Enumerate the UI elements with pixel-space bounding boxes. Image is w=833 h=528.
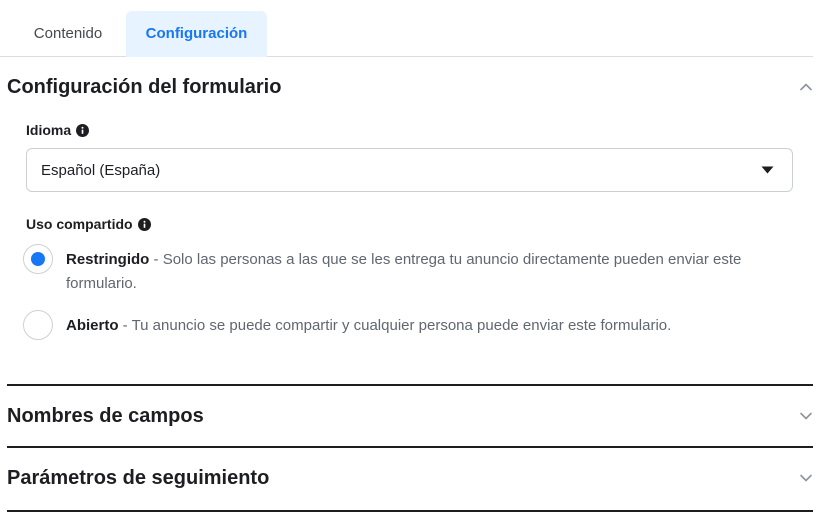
language-select[interactable]: Español (España) bbox=[26, 148, 793, 192]
tracking-params-header[interactable]: Parámetros de seguimiento bbox=[7, 463, 813, 493]
section-divider bbox=[7, 510, 813, 512]
radio-open[interactable] bbox=[23, 310, 53, 340]
tab-bar: Contenido Configuración bbox=[0, 0, 813, 57]
language-label-row: Idioma bbox=[26, 121, 90, 139]
radio-selected-dot bbox=[31, 252, 45, 266]
radio-restricted[interactable] bbox=[23, 244, 53, 274]
language-select-value: Español (España) bbox=[41, 161, 161, 179]
field-names-header[interactable]: Nombres de campos bbox=[7, 401, 813, 431]
sharing-label-row: Uso compartido bbox=[26, 215, 151, 233]
info-icon[interactable] bbox=[76, 123, 90, 137]
form-settings-title: Configuración del formulario bbox=[7, 75, 282, 98]
chevron-down-icon[interactable] bbox=[799, 409, 813, 423]
info-icon[interactable] bbox=[137, 217, 151, 231]
sharing-option-open-text: Abierto - Tu anuncio se puede compartir … bbox=[66, 317, 672, 334]
sharing-option-restricted-text: Restringido - Solo las personas a las qu… bbox=[66, 251, 742, 292]
sharing-option-open[interactable]: Abierto - Tu anuncio se puede compartir … bbox=[23, 310, 793, 340]
tab-contenido[interactable]: Contenido bbox=[19, 11, 117, 57]
field-names-title: Nombres de campos bbox=[7, 404, 204, 427]
form-settings-header[interactable]: Configuración del formulario bbox=[7, 72, 813, 102]
caret-down-icon bbox=[761, 166, 774, 174]
tab-configuracion[interactable]: Configuración bbox=[126, 11, 267, 57]
sharing-option-restricted[interactable]: Restringido - Solo las personas a las qu… bbox=[23, 244, 793, 296]
chevron-up-icon[interactable] bbox=[799, 80, 813, 94]
sharing-label: Uso compartido bbox=[26, 216, 133, 232]
tracking-params-title: Parámetros de seguimiento bbox=[7, 466, 270, 489]
section-divider bbox=[7, 446, 813, 448]
chevron-down-icon[interactable] bbox=[799, 471, 813, 485]
section-divider bbox=[7, 384, 813, 386]
language-label: Idioma bbox=[26, 122, 72, 138]
